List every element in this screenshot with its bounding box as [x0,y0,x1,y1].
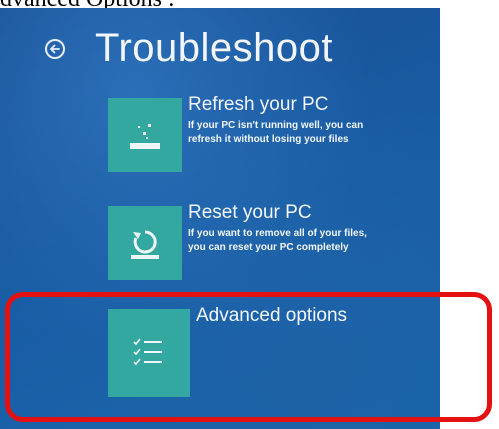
refresh-pc-title: Refresh your PC [188,94,329,115]
reset-pc-text: Reset your PC If you want to remove all … [188,202,367,280]
refresh-pc-description-line1: If your PC isn't running well, you can [188,120,364,131]
refresh-pc-tile[interactable] [108,98,182,172]
refresh-pc-description-line2: refresh it without losing your files [188,134,349,145]
reset-pc-title: Reset your PC [188,202,312,223]
reset-pc-icon [131,230,159,259]
back-arrow-circle-icon [50,44,60,53]
reset-pc-description-line1: If you want to remove all of your files, [188,228,367,239]
option-refresh-pc[interactable]: Refresh your PC If your PC isn't running… [108,94,363,172]
reset-pc-description: If you want to remove all of your files,… [188,227,367,255]
highlight-box [5,292,492,422]
page-title: Troubleshoot [95,26,333,70]
refresh-pc-text: Refresh your PC If your PC isn't running… [188,94,363,172]
screen-header: Troubleshoot [45,26,333,71]
refresh-pc-description: If your PC isn't running well, you can r… [188,119,363,147]
refresh-pc-icon [130,124,160,149]
reset-pc-tile[interactable] [108,206,182,280]
back-button[interactable] [45,38,65,59]
option-reset-pc[interactable]: Reset your PC If you want to remove all … [108,202,367,280]
reset-pc-description-line2: you can reset your PC completely [188,242,349,253]
